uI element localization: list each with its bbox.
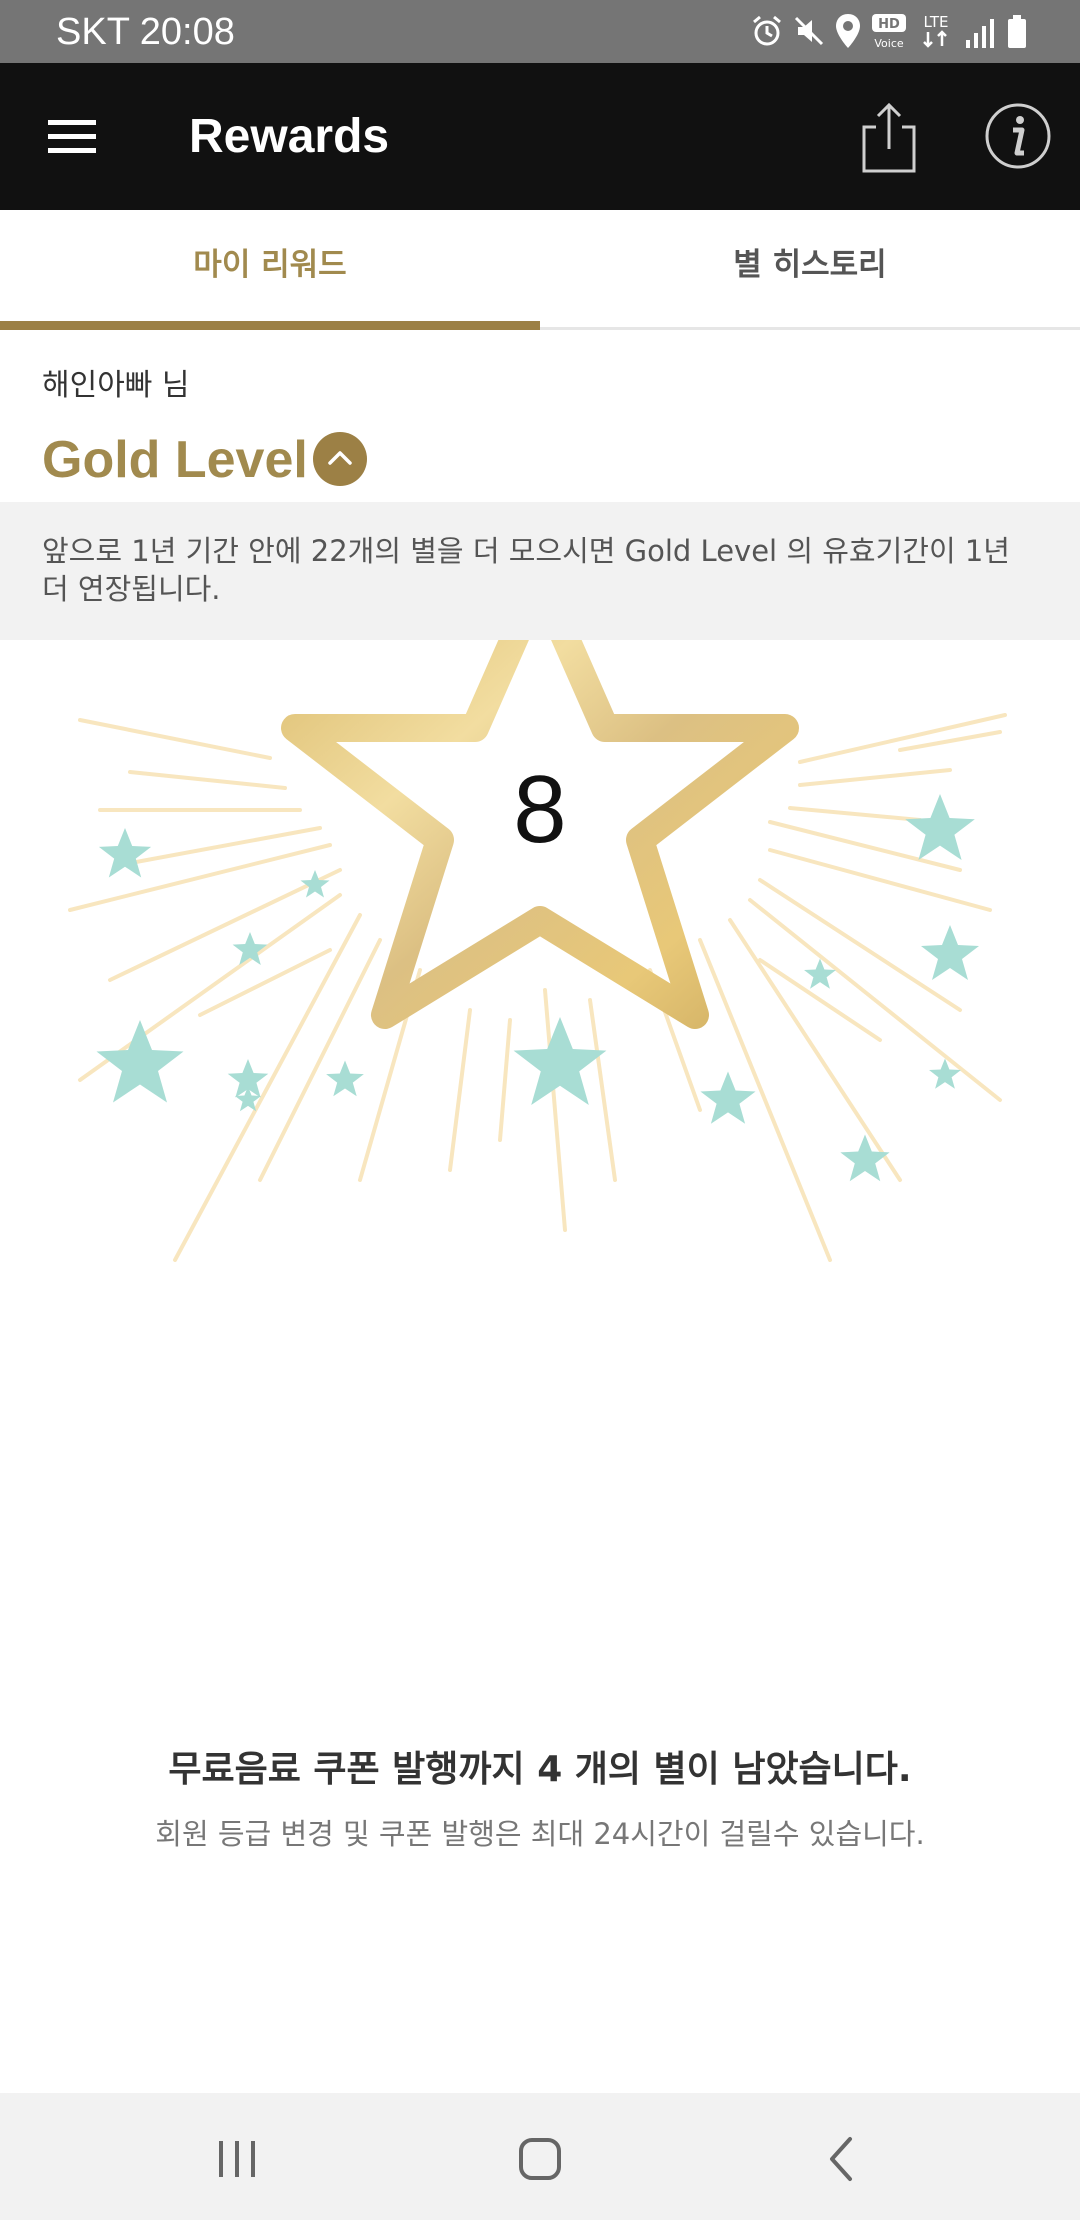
svg-text:LTE: LTE [924,13,949,31]
active-tab-indicator [0,321,540,330]
svg-text:Voice: Voice [874,37,904,50]
location-icon [836,14,860,48]
chevron-up-icon[interactable] [313,432,367,486]
svg-text:HD: HD [878,17,900,32]
mute-icon [794,16,824,46]
tab-bar: 마이 리워드 별 히스토리 [0,210,1080,330]
status-bar: SKT 20:08 HD Voice LTE [0,0,1080,63]
member-level: Gold Level [42,431,308,489]
signal-icon [966,19,994,48]
battery-icon [1008,15,1026,48]
back-icon[interactable] [812,2129,872,2189]
status-time: SKT 20:08 [56,11,235,53]
tab-divider [540,327,1080,330]
tab-my-rewards[interactable]: 마이 리워드 [0,210,540,330]
star-illustration [68,566,1007,1262]
hd-voice-icon: HD Voice [872,14,906,50]
coupon-note: 회원 등급 변경 및 쿠폰 발행은 최대 24시간이 걸릴수 있습니다. [155,1817,925,1851]
page-title: Rewards [189,110,390,163]
home-icon[interactable] [510,2129,570,2189]
alarm-icon [753,15,781,46]
tab-star-history[interactable]: 별 히스토리 [540,210,1080,330]
level-notice-text: 앞으로 1년 기간 안에 22개의 별을 더 모으시면 Gold Level 의… [42,534,1010,606]
app-bar: Rewards [0,63,1080,210]
recent-apps-icon[interactable] [207,2129,267,2189]
star-count: 8 [513,756,567,863]
member-name: 해인아빠 님 [42,368,190,403]
lte-icon: LTE [923,13,949,48]
info-icon[interactable] [983,101,1053,171]
hamburger-menu-icon[interactable] [36,101,108,173]
system-nav-bar [0,2093,1080,2220]
share-icon[interactable] [856,99,922,177]
level-notice: 앞으로 1년 기간 안에 22개의 별을 더 모으시면 Gold Level 의… [0,502,1080,640]
status-icons: HD Voice LTE [750,10,1040,54]
coupon-message: 무료음료 쿠폰 발행까지 4 개의 별이 남았습니다. [168,1749,912,1790]
